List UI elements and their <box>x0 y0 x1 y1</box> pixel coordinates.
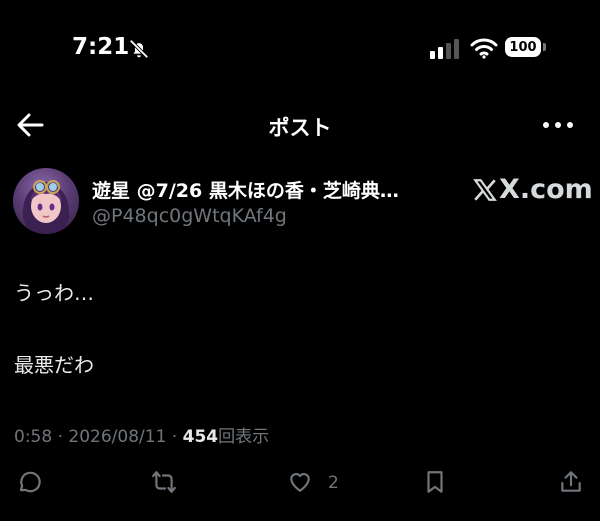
like-icon <box>290 473 310 492</box>
author-name[interactable]: 遊星 @7/26 黒木ほの香・芝崎典… <box>92 176 432 203</box>
more-icon[interactable] <box>542 115 574 135</box>
like-count[interactable]: 2 <box>328 473 339 493</box>
status-time: 7:21 <box>72 34 130 60</box>
post-meta: 0:58 · 2026/08/11 · 454回表示 <box>14 422 269 447</box>
meta-separator: · <box>57 427 63 447</box>
avatar-image <box>22 180 70 234</box>
post-text-line: 最悪だわ <box>14 353 94 377</box>
battery-level: 100 <box>505 37 541 57</box>
post-time: 0:58 <box>14 427 53 447</box>
x-logo-icon <box>473 178 497 201</box>
bookmark-icon <box>427 471 443 493</box>
share-icon <box>561 471 581 492</box>
reply-icon <box>19 471 41 493</box>
avatar[interactable] <box>13 168 79 234</box>
post-date: 2026/08/11 <box>68 427 167 447</box>
repost-button[interactable] <box>149 465 179 499</box>
battery-icon: 100 <box>505 37 548 59</box>
like-button[interactable] <box>285 465 315 499</box>
xcom-watermark: X.com <box>472 174 593 205</box>
bookmark-button[interactable] <box>420 465 450 499</box>
top-nav: ポスト <box>0 100 600 150</box>
wifi-icon <box>470 38 498 59</box>
views-count[interactable]: 454 <box>183 427 219 447</box>
page-title: ポスト <box>268 116 332 140</box>
status-bar: 7:21 100 <box>0 0 600 100</box>
action-bar: 2 <box>0 465 600 505</box>
reply-button[interactable] <box>14 465 44 499</box>
views-label: 回表示 <box>218 427 270 447</box>
meta-separator: · <box>171 427 178 447</box>
author-handle[interactable]: @P48qc0gWtqKAf4g <box>92 205 287 227</box>
watermark-text: X.com <box>499 174 593 205</box>
post-text-line: うっわ… <box>14 281 94 305</box>
repost-icon <box>152 471 176 493</box>
cellular-signal-icon <box>430 39 459 59</box>
share-button[interactable] <box>556 465 586 499</box>
bell-slash-icon <box>129 39 149 59</box>
